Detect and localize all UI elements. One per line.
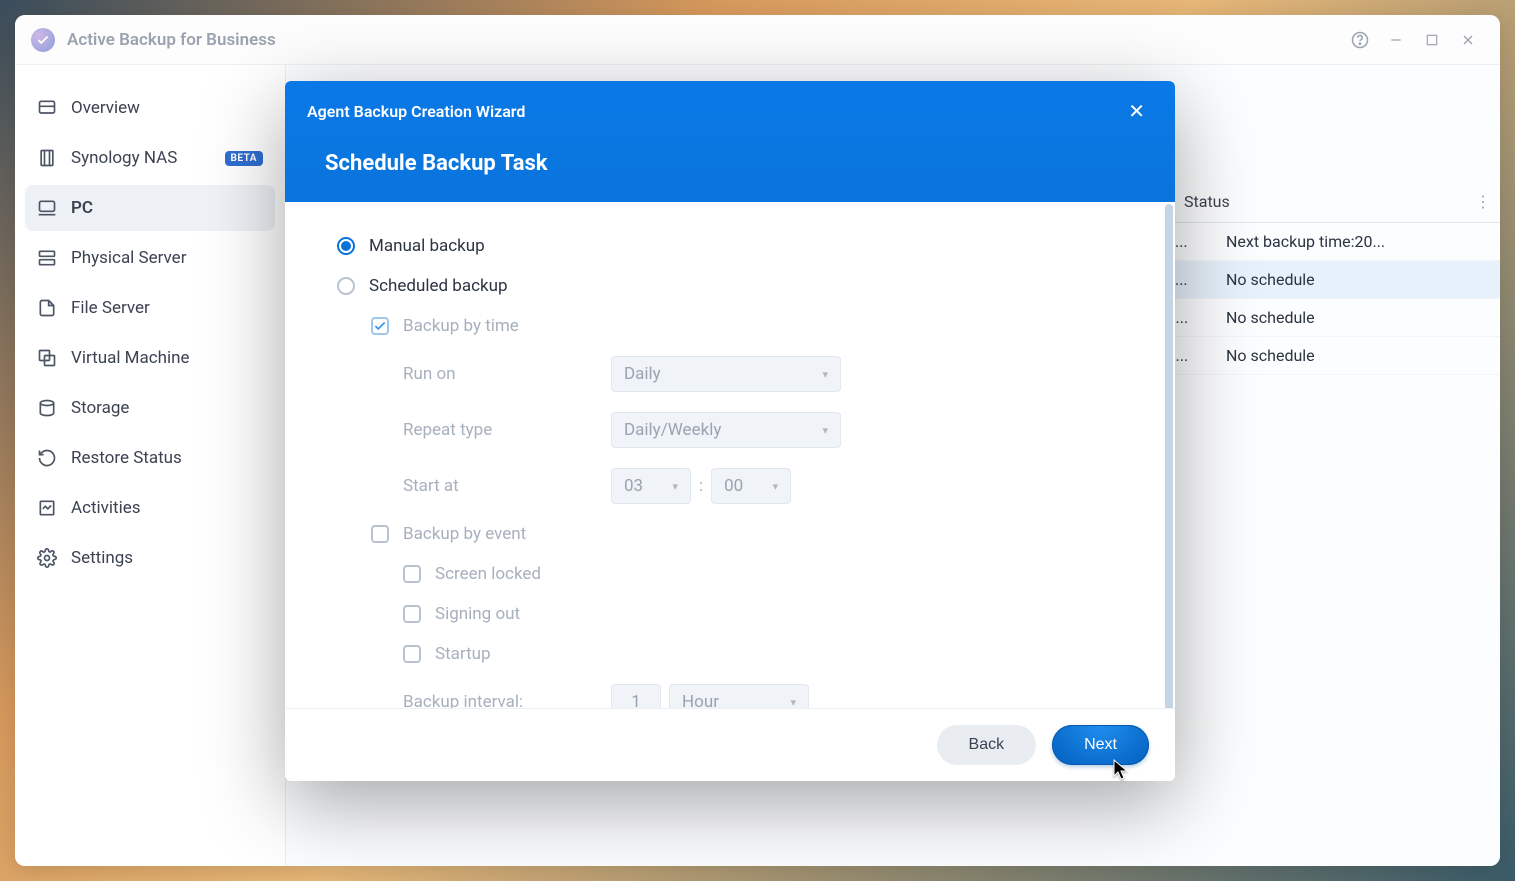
nas-icon [37,148,57,168]
minimize-button[interactable] [1380,24,1412,56]
checkbox-screen-locked[interactable]: Screen locked [403,564,1123,584]
sidebar-item-virtual-machine[interactable]: Virtual Machine [25,335,275,381]
sidebar-item-label: Virtual Machine [71,348,190,368]
help-button[interactable] [1344,24,1376,56]
modal-body: Manual backup Scheduled backup Backup by… [285,202,1175,708]
titlebar: Active Backup for Business [15,15,1500,65]
checkbox-label: Startup [435,644,491,664]
checkbox-backup-by-event[interactable]: Backup by event [371,524,1123,544]
app-icon [31,28,55,52]
input-interval-value[interactable]: 1 [611,684,661,708]
checkbox-icon [403,565,421,583]
pc-icon [37,198,57,218]
checkbox-icon [403,645,421,663]
checkbox-startup[interactable]: Startup [403,644,1123,664]
server-icon [37,248,57,268]
time-colon: : [699,476,703,496]
storage-icon [37,398,57,418]
sidebar-item-label: Activities [71,498,141,518]
radio-label: Scheduled backup [369,276,508,296]
gear-icon [37,548,57,568]
sidebar-item-label: Restore Status [71,448,182,468]
radio-scheduled-backup[interactable]: Scheduled backup [337,276,1123,296]
sidebar-item-pc[interactable]: PC [25,185,275,231]
dashboard-icon [37,98,57,118]
cell-status: Next backup time:20... [1216,232,1500,251]
chevron-down-icon: ▾ [672,480,678,493]
beta-badge: BETA [225,151,264,166]
field-backup-interval: Backup interval: 1 Hour▾ [403,684,1123,708]
sidebar-item-activities[interactable]: Activities [25,485,275,531]
cell-status: No schedule [1216,346,1500,365]
checkbox-label: Signing out [435,604,520,624]
app-window: Active Backup for Business Overview Syno… [15,15,1500,866]
chevron-down-icon: ▾ [790,696,796,709]
field-label: Repeat type [403,420,603,440]
sidebar-item-physical-server[interactable]: Physical Server [25,235,275,281]
maximize-button[interactable] [1416,24,1448,56]
sidebar-item-label: Settings [71,548,133,568]
back-button[interactable]: Back [937,725,1037,765]
modal-subtitle: Schedule Backup Task [285,141,1175,202]
sidebar-item-storage[interactable]: Storage [25,385,275,431]
activities-icon [37,498,57,518]
column-menu-icon[interactable]: ⋮ [1466,192,1500,211]
checkbox-label: Screen locked [435,564,541,584]
wizard-modal: Agent Backup Creation Wizard ✕ Schedule … [285,81,1175,781]
field-label: Backup interval: [403,692,603,708]
cell-status: No schedule [1216,270,1500,289]
field-run-on: Run on Daily▾ [403,356,1123,392]
field-start-at: Start at 03▾ : 00▾ [403,468,1123,504]
sidebar-item-overview[interactable]: Overview [25,85,275,131]
sidebar-item-label: Synology NAS [71,148,177,168]
checkbox-icon [371,317,389,335]
sidebar-item-label: Overview [71,98,140,118]
field-repeat-type: Repeat type Daily/Weekly▾ [403,412,1123,448]
select-repeat-type[interactable]: Daily/Weekly▾ [611,412,841,448]
sidebar-item-label: Physical Server [71,248,186,268]
checkbox-backup-by-time[interactable]: Backup by time [371,316,1123,336]
field-label: Start at [403,476,603,496]
sidebar-item-label: Storage [71,398,129,418]
checkbox-signing-out[interactable]: Signing out [403,604,1123,624]
sidebar-item-label: PC [71,198,93,218]
radio-manual-backup[interactable]: Manual backup [337,236,1123,256]
sidebar: Overview Synology NAS BETA PC Physical S… [15,65,285,866]
modal-header: Agent Backup Creation Wizard ✕ Schedule … [285,81,1175,202]
close-button[interactable] [1452,24,1484,56]
checkbox-label: Backup by event [403,524,526,544]
next-button[interactable]: Next [1052,725,1149,765]
chevron-down-icon: ▾ [822,424,828,437]
checkbox-label: Backup by time [403,316,519,336]
sidebar-item-settings[interactable]: Settings [25,535,275,581]
column-header-status[interactable]: Status [1166,192,1466,211]
modal-footer: Back Next [285,708,1175,781]
scrollbar[interactable] [1165,204,1173,708]
cell-status: No schedule [1216,308,1500,327]
sidebar-item-label: File Server [71,298,150,318]
vm-icon [37,348,57,368]
radio-label: Manual backup [369,236,485,256]
file-server-icon [37,298,57,318]
checkbox-icon [403,605,421,623]
app-title: Active Backup for Business [67,30,276,50]
restore-icon [37,448,57,468]
chevron-down-icon: ▾ [822,368,828,381]
sidebar-item-file-server[interactable]: File Server [25,285,275,331]
select-start-minute[interactable]: 00▾ [711,468,791,504]
sidebar-item-restore-status[interactable]: Restore Status [25,435,275,481]
select-run-on[interactable]: Daily▾ [611,356,841,392]
radio-icon [337,277,355,295]
sidebar-item-synology-nas[interactable]: Synology NAS BETA [25,135,275,181]
field-label: Run on [403,364,603,384]
modal-title: Agent Backup Creation Wizard [307,102,525,121]
select-start-hour[interactable]: 03▾ [611,468,691,504]
checkbox-icon [371,525,389,543]
select-interval-unit[interactable]: Hour▾ [669,684,809,708]
chevron-down-icon: ▾ [773,480,779,493]
modal-close-button[interactable]: ✕ [1120,95,1153,127]
radio-icon [337,237,355,255]
